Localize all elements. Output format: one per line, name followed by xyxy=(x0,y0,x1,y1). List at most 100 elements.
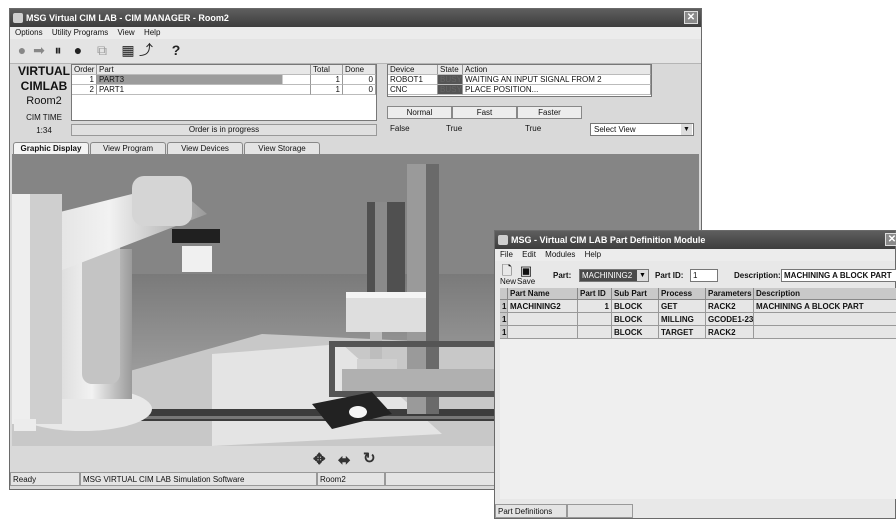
table-header-parameters: Parameters xyxy=(706,288,754,300)
menu-edit[interactable]: Edit xyxy=(522,250,536,259)
orbit-icon[interactable]: ↻ xyxy=(363,449,376,467)
device-name[interactable]: CNC xyxy=(388,85,438,95)
new-document-icon: 🗋 xyxy=(501,263,513,278)
table-header-process: Process xyxy=(659,288,706,300)
part-dropdown[interactable]: MACHINING2 ▼ xyxy=(579,269,649,282)
table-cell-parameters[interactable]: RACK2 xyxy=(706,326,754,339)
tab-view-devices[interactable]: View Devices xyxy=(167,142,243,154)
order-total[interactable]: 1 xyxy=(311,75,343,85)
rotate-icon[interactable]: ⬌ xyxy=(338,451,351,469)
robot-arm-icon[interactable]: ⤴ xyxy=(138,42,154,58)
table-cell-process[interactable]: MILLING xyxy=(659,313,706,326)
table-cell-part-name[interactable] xyxy=(508,326,578,339)
cim-time-label: CIM TIME xyxy=(26,113,62,122)
order-total[interactable]: 1 xyxy=(311,85,343,95)
part-definitions-tab[interactable]: Part Definitions xyxy=(495,504,567,518)
close-icon[interactable]: ✕ xyxy=(684,11,698,24)
partdef-window-title: MSG - Virtual CIM LAB Part Definition Mo… xyxy=(511,235,706,245)
order-done[interactable]: 0 xyxy=(343,85,376,95)
table-cell-description[interactable] xyxy=(754,326,896,339)
fast-speed-state: True xyxy=(446,124,463,133)
stop-icon[interactable]: ● xyxy=(70,42,86,58)
table-cell-sub-part[interactable]: BLOCK xyxy=(612,300,659,313)
table-cell-part-name[interactable] xyxy=(508,313,578,326)
virtual-logo-line1: VIRTUAL xyxy=(18,64,70,78)
pause-icon[interactable]: ⏸ xyxy=(50,42,66,58)
help-icon[interactable]: ? xyxy=(168,42,184,58)
table-cell-part-id[interactable] xyxy=(578,313,612,326)
copy-icon[interactable]: ⧉ xyxy=(94,42,110,58)
table-cell-part-id[interactable] xyxy=(578,326,612,339)
select-view-dropdown[interactable]: Select View ▼ xyxy=(590,123,694,136)
chevron-down-icon[interactable]: ▼ xyxy=(681,124,692,135)
table-row-number: 1 xyxy=(500,326,508,339)
orders-header-order: Order xyxy=(72,65,97,75)
table-cell-part-id[interactable]: 1 xyxy=(578,300,612,313)
order-done[interactable]: 0 xyxy=(343,75,376,85)
start-circle-icon[interactable]: ● xyxy=(14,42,30,58)
order-number[interactable]: 2 xyxy=(72,85,97,95)
menu-modules[interactable]: Modules xyxy=(545,250,575,259)
floppy-disk-icon: ▣ xyxy=(519,263,533,278)
normal-speed-button[interactable]: Normal xyxy=(387,106,452,119)
faster-speed-button[interactable]: Faster xyxy=(517,106,582,119)
order-status-message: Order is in progress xyxy=(188,125,260,134)
tab-graphic-display[interactable]: Graphic Display xyxy=(13,142,89,154)
menu-utility-programs[interactable]: Utility Programs xyxy=(52,28,108,37)
order-part[interactable]: PART1 xyxy=(97,85,311,95)
save-button[interactable]: ▣ Save xyxy=(517,264,535,286)
select-view-value: Select View xyxy=(594,125,636,134)
tab-view-storage[interactable]: View Storage xyxy=(244,142,320,154)
table-cell-process[interactable]: GET xyxy=(659,300,706,313)
table-cell-description[interactable] xyxy=(754,313,896,326)
devices-header-device: Device xyxy=(388,65,438,75)
status-room: Room2 xyxy=(317,472,385,486)
order-part[interactable]: PART3 xyxy=(97,75,311,85)
table-header-part-id: Part ID xyxy=(578,288,612,300)
orders-header-total: Total xyxy=(311,65,343,75)
fast-speed-button[interactable]: Fast xyxy=(452,106,517,119)
description-input[interactable]: MACHINING A BLOCK PART xyxy=(781,269,896,282)
arrow-right-icon[interactable]: ➡ xyxy=(31,42,47,58)
tab-view-program[interactable]: View Program xyxy=(90,142,166,154)
devices-header-action: Action xyxy=(463,65,651,75)
device-state: BUSY xyxy=(438,85,463,95)
faster-speed-state: True xyxy=(525,124,542,133)
table-cell-sub-part[interactable]: BLOCK xyxy=(612,326,659,339)
part-definition-window: MSG - Virtual CIM LAB Part Definition Mo… xyxy=(494,230,896,519)
room-label: Room2 xyxy=(26,95,62,107)
new-button[interactable]: 🗋 New xyxy=(500,263,516,286)
chevron-down-icon[interactable]: ▼ xyxy=(637,270,648,281)
menu-help[interactable]: Help xyxy=(144,28,160,37)
part-id-label: Part ID: xyxy=(655,271,684,280)
table-cell-part-name[interactable]: MACHINING2 xyxy=(508,300,578,313)
close-icon[interactable]: ✕ xyxy=(885,233,896,246)
table-cell-parameters[interactable]: RACK2 xyxy=(706,300,754,313)
menu-file[interactable]: File xyxy=(500,250,513,259)
table-cell-process[interactable]: TARGET xyxy=(659,326,706,339)
devices-grid: Device State Action ROBOT1 BUSY WAITING … xyxy=(387,64,652,97)
menu-options[interactable]: Options xyxy=(15,28,43,37)
table-cell-sub-part[interactable]: BLOCK xyxy=(612,313,659,326)
device-action: PLACE POSITION... xyxy=(463,85,651,95)
app-icon xyxy=(13,13,23,23)
cim-title-bar[interactable]: MSG Virtual CIM LAB - CIM MANAGER - Room… xyxy=(10,9,701,27)
part-label: Part: xyxy=(553,271,572,280)
status-software: MSG VIRTUAL CIM LAB Simulation Software xyxy=(80,472,317,486)
partdef-menubar: File Edit Modules Help xyxy=(495,249,895,261)
partdef-title-bar[interactable]: MSG - Virtual CIM LAB Part Definition Mo… xyxy=(495,231,896,249)
grid-icon[interactable]: ▦ xyxy=(120,42,136,58)
normal-speed-state: False xyxy=(390,124,410,133)
table-cell-description[interactable]: MACHINING A BLOCK PART xyxy=(754,300,896,313)
table-cell-parameters[interactable]: GCODE1-23- xyxy=(706,313,754,326)
device-name[interactable]: ROBOT1 xyxy=(388,75,438,85)
pan-icon[interactable]: ✥ xyxy=(313,450,326,468)
save-label: Save xyxy=(517,277,536,286)
menu-view[interactable]: View xyxy=(118,28,135,37)
menu-help[interactable]: Help xyxy=(585,250,601,259)
part-id-input[interactable]: 1 xyxy=(690,269,718,282)
table-header-sub-part: Sub Part xyxy=(612,288,659,300)
order-number[interactable]: 1 xyxy=(72,75,97,85)
table-empty-area xyxy=(500,339,896,499)
cim-window-title: MSG Virtual CIM LAB - CIM MANAGER - Room… xyxy=(26,13,229,23)
